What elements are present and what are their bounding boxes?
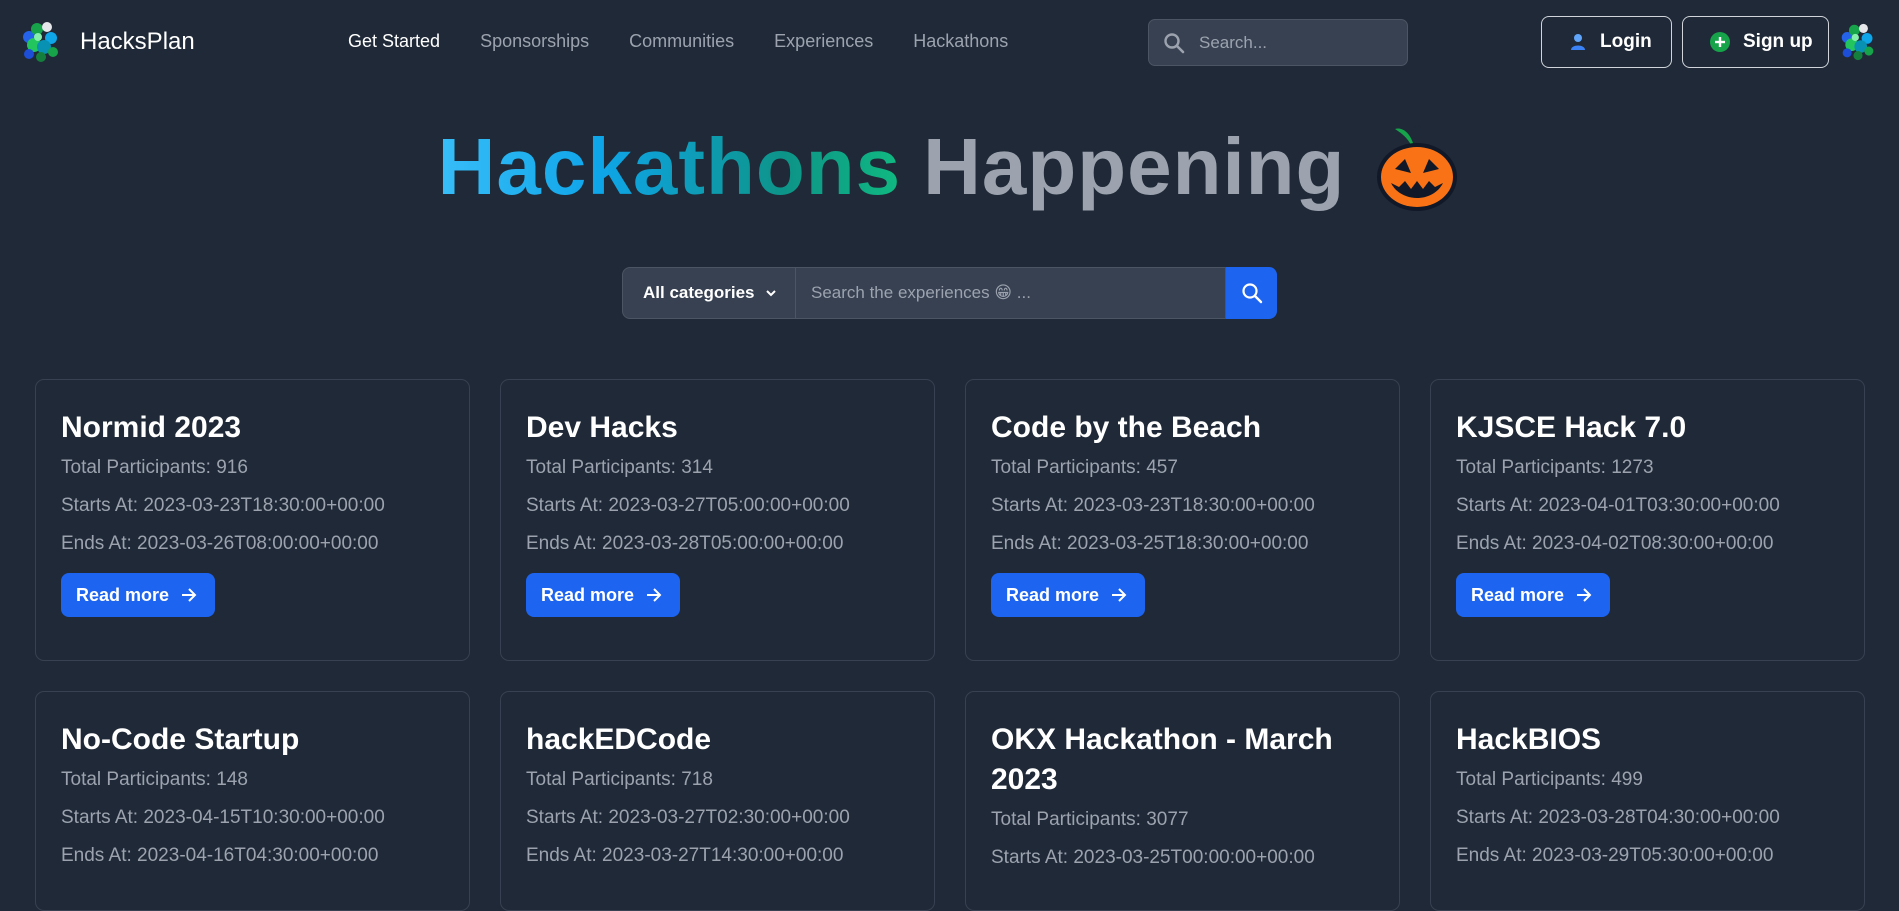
hackathon-card: Dev Hacks Total Participants: 314 Starts…	[500, 379, 935, 661]
arrow-right-icon	[1577, 588, 1592, 602]
header-search-input[interactable]	[1197, 31, 1387, 54]
read-more-label: Read more	[541, 584, 635, 605]
read-more-label: Read more	[1471, 584, 1565, 605]
login-button[interactable]: Login	[1541, 16, 1672, 68]
login-label: Login	[1600, 31, 1652, 52]
hackathon-start: Starts At: 2023-03-23T18:30:00+00:00	[991, 495, 1315, 516]
hackathon-start: Starts At: 2023-03-23T18:30:00+00:00	[61, 495, 385, 516]
hacksplan-logo-icon	[23, 22, 58, 62]
hackathon-card: No-Code Startup Total Participants: 148 …	[35, 691, 470, 911]
main-nav: Get Started Sponsorships Communities Exp…	[348, 31, 1048, 52]
hackathon-start: Starts At: 2023-03-28T04:30:00+00:00	[1456, 807, 1780, 828]
hackathon-title: OKX Hackathon - March 2023	[991, 723, 1333, 796]
hackathon-title: hackEDCode	[526, 723, 712, 756]
hackathon-title: KJSCE Hack 7.0	[1456, 411, 1687, 444]
navbar: HacksPlan Get Started Sponsorships Commu…	[0, 0, 1899, 86]
hackathon-end: Ends At: 2023-03-27T14:30:00+00:00	[526, 845, 844, 866]
hackathon-card: KJSCE Hack 7.0 Total Participants: 1273 …	[1430, 379, 1865, 661]
arrow-right-icon	[1112, 588, 1127, 602]
read-more-button[interactable]: Read more	[526, 573, 681, 617]
hackathon-participants: Total Participants: 499	[1456, 769, 1643, 790]
nav-link-experiences[interactable]: Experiences	[774, 31, 873, 52]
chevron-down-icon	[765, 290, 776, 297]
header-search	[1148, 19, 1408, 66]
hackathon-title: Normid 2023	[61, 411, 242, 444]
hackathon-title: HackBIOS	[1456, 723, 1602, 756]
category-dropdown[interactable]: All categories	[622, 267, 796, 319]
brand-name: HacksPlan	[80, 28, 195, 55]
read-more-button[interactable]: Read more	[1456, 573, 1611, 617]
experience-search-button[interactable]	[1226, 267, 1277, 319]
hackathon-participants: Total Participants: 1273	[1456, 457, 1654, 478]
arrow-right-icon	[647, 588, 662, 602]
nav-link-sponsorships[interactable]: Sponsorships	[480, 31, 589, 52]
hackathon-start: Starts At: 2023-03-27T02:30:00+00:00	[526, 807, 850, 828]
hackathon-card: OKX Hackathon - March 2023 Total Partici…	[965, 691, 1400, 911]
brand-link[interactable]: HacksPlan	[20, 19, 195, 65]
hackathon-end: Ends At: 2023-04-02T08:30:00+00:00	[1456, 533, 1774, 554]
jack-o-lantern-icon	[1377, 125, 1458, 211]
hackathon-end: Ends At: 2023-03-26T08:00:00+00:00	[61, 533, 379, 554]
category-dropdown-label: All categories	[643, 283, 755, 302]
hackathon-title: No-Code Startup	[61, 723, 300, 756]
hackathon-end: Ends At: 2023-04-16T04:30:00+00:00	[61, 845, 379, 866]
hackathon-participants: Total Participants: 148	[61, 769, 248, 790]
hackathon-participants: Total Participants: 718	[526, 769, 713, 790]
hero: Hackathons Happening	[0, 112, 1899, 222]
read-more-button[interactable]: Read more	[991, 573, 1146, 617]
hackathon-end: Ends At: 2023-03-28T05:00:00+00:00	[526, 533, 844, 554]
nav-link-get-started[interactable]: Get Started	[348, 31, 440, 52]
signup-button[interactable]: Sign up	[1682, 16, 1829, 68]
hackathon-end: Ends At: 2023-03-25T18:30:00+00:00	[991, 533, 1309, 554]
hackathon-card: HackBIOS Total Participants: 499 Starts …	[1430, 691, 1865, 911]
hackathon-start: Starts At: 2023-03-25T00:00:00+00:00	[991, 847, 1315, 868]
hackathon-participants: Total Participants: 916	[61, 457, 248, 478]
avatar[interactable]	[1839, 21, 1877, 63]
search-icon	[1241, 283, 1262, 304]
hackathon-title: Code by the Beach	[991, 411, 1262, 444]
page-title: Hackathons Happening	[438, 121, 1462, 213]
hackathon-card: hackEDCode Total Participants: 718 Start…	[500, 691, 935, 911]
read-more-button[interactable]: Read more	[61, 573, 216, 617]
arrow-right-icon	[182, 588, 197, 602]
nav-link-communities[interactable]: Communities	[629, 31, 734, 52]
title-rest: Happening	[923, 122, 1346, 211]
hackathon-start: Starts At: 2023-04-01T03:30:00+00:00	[1456, 495, 1780, 516]
hackathon-card: Code by the Beach Total Participants: 45…	[965, 379, 1400, 661]
experience-filter-bar: All categories	[622, 267, 1277, 319]
hackathon-participants: Total Participants: 3077	[991, 809, 1189, 830]
search-icon	[1164, 32, 1185, 53]
read-more-label: Read more	[76, 584, 170, 605]
hackathon-card: Normid 2023 Total Participants: 916 Star…	[35, 379, 470, 661]
plus-circle-icon	[1710, 32, 1730, 52]
hackathon-participants: Total Participants: 457	[991, 457, 1178, 478]
experience-search-input[interactable]	[796, 267, 1226, 319]
nav-link-hackathons[interactable]: Hackathons	[913, 31, 1008, 52]
signup-label: Sign up	[1743, 31, 1813, 52]
title-highlight: Hackathons	[437, 122, 902, 211]
hackathon-title: Dev Hacks	[526, 411, 678, 444]
read-more-label: Read more	[1006, 584, 1100, 605]
hackathon-end: Ends At: 2023-03-29T05:30:00+00:00	[1456, 845, 1774, 866]
hackathon-start: Starts At: 2023-04-15T10:30:00+00:00	[61, 807, 385, 828]
hackathon-participants: Total Participants: 314	[526, 457, 713, 478]
hackathon-start: Starts At: 2023-03-27T05:00:00+00:00	[526, 495, 850, 516]
user-icon	[1571, 34, 1585, 50]
